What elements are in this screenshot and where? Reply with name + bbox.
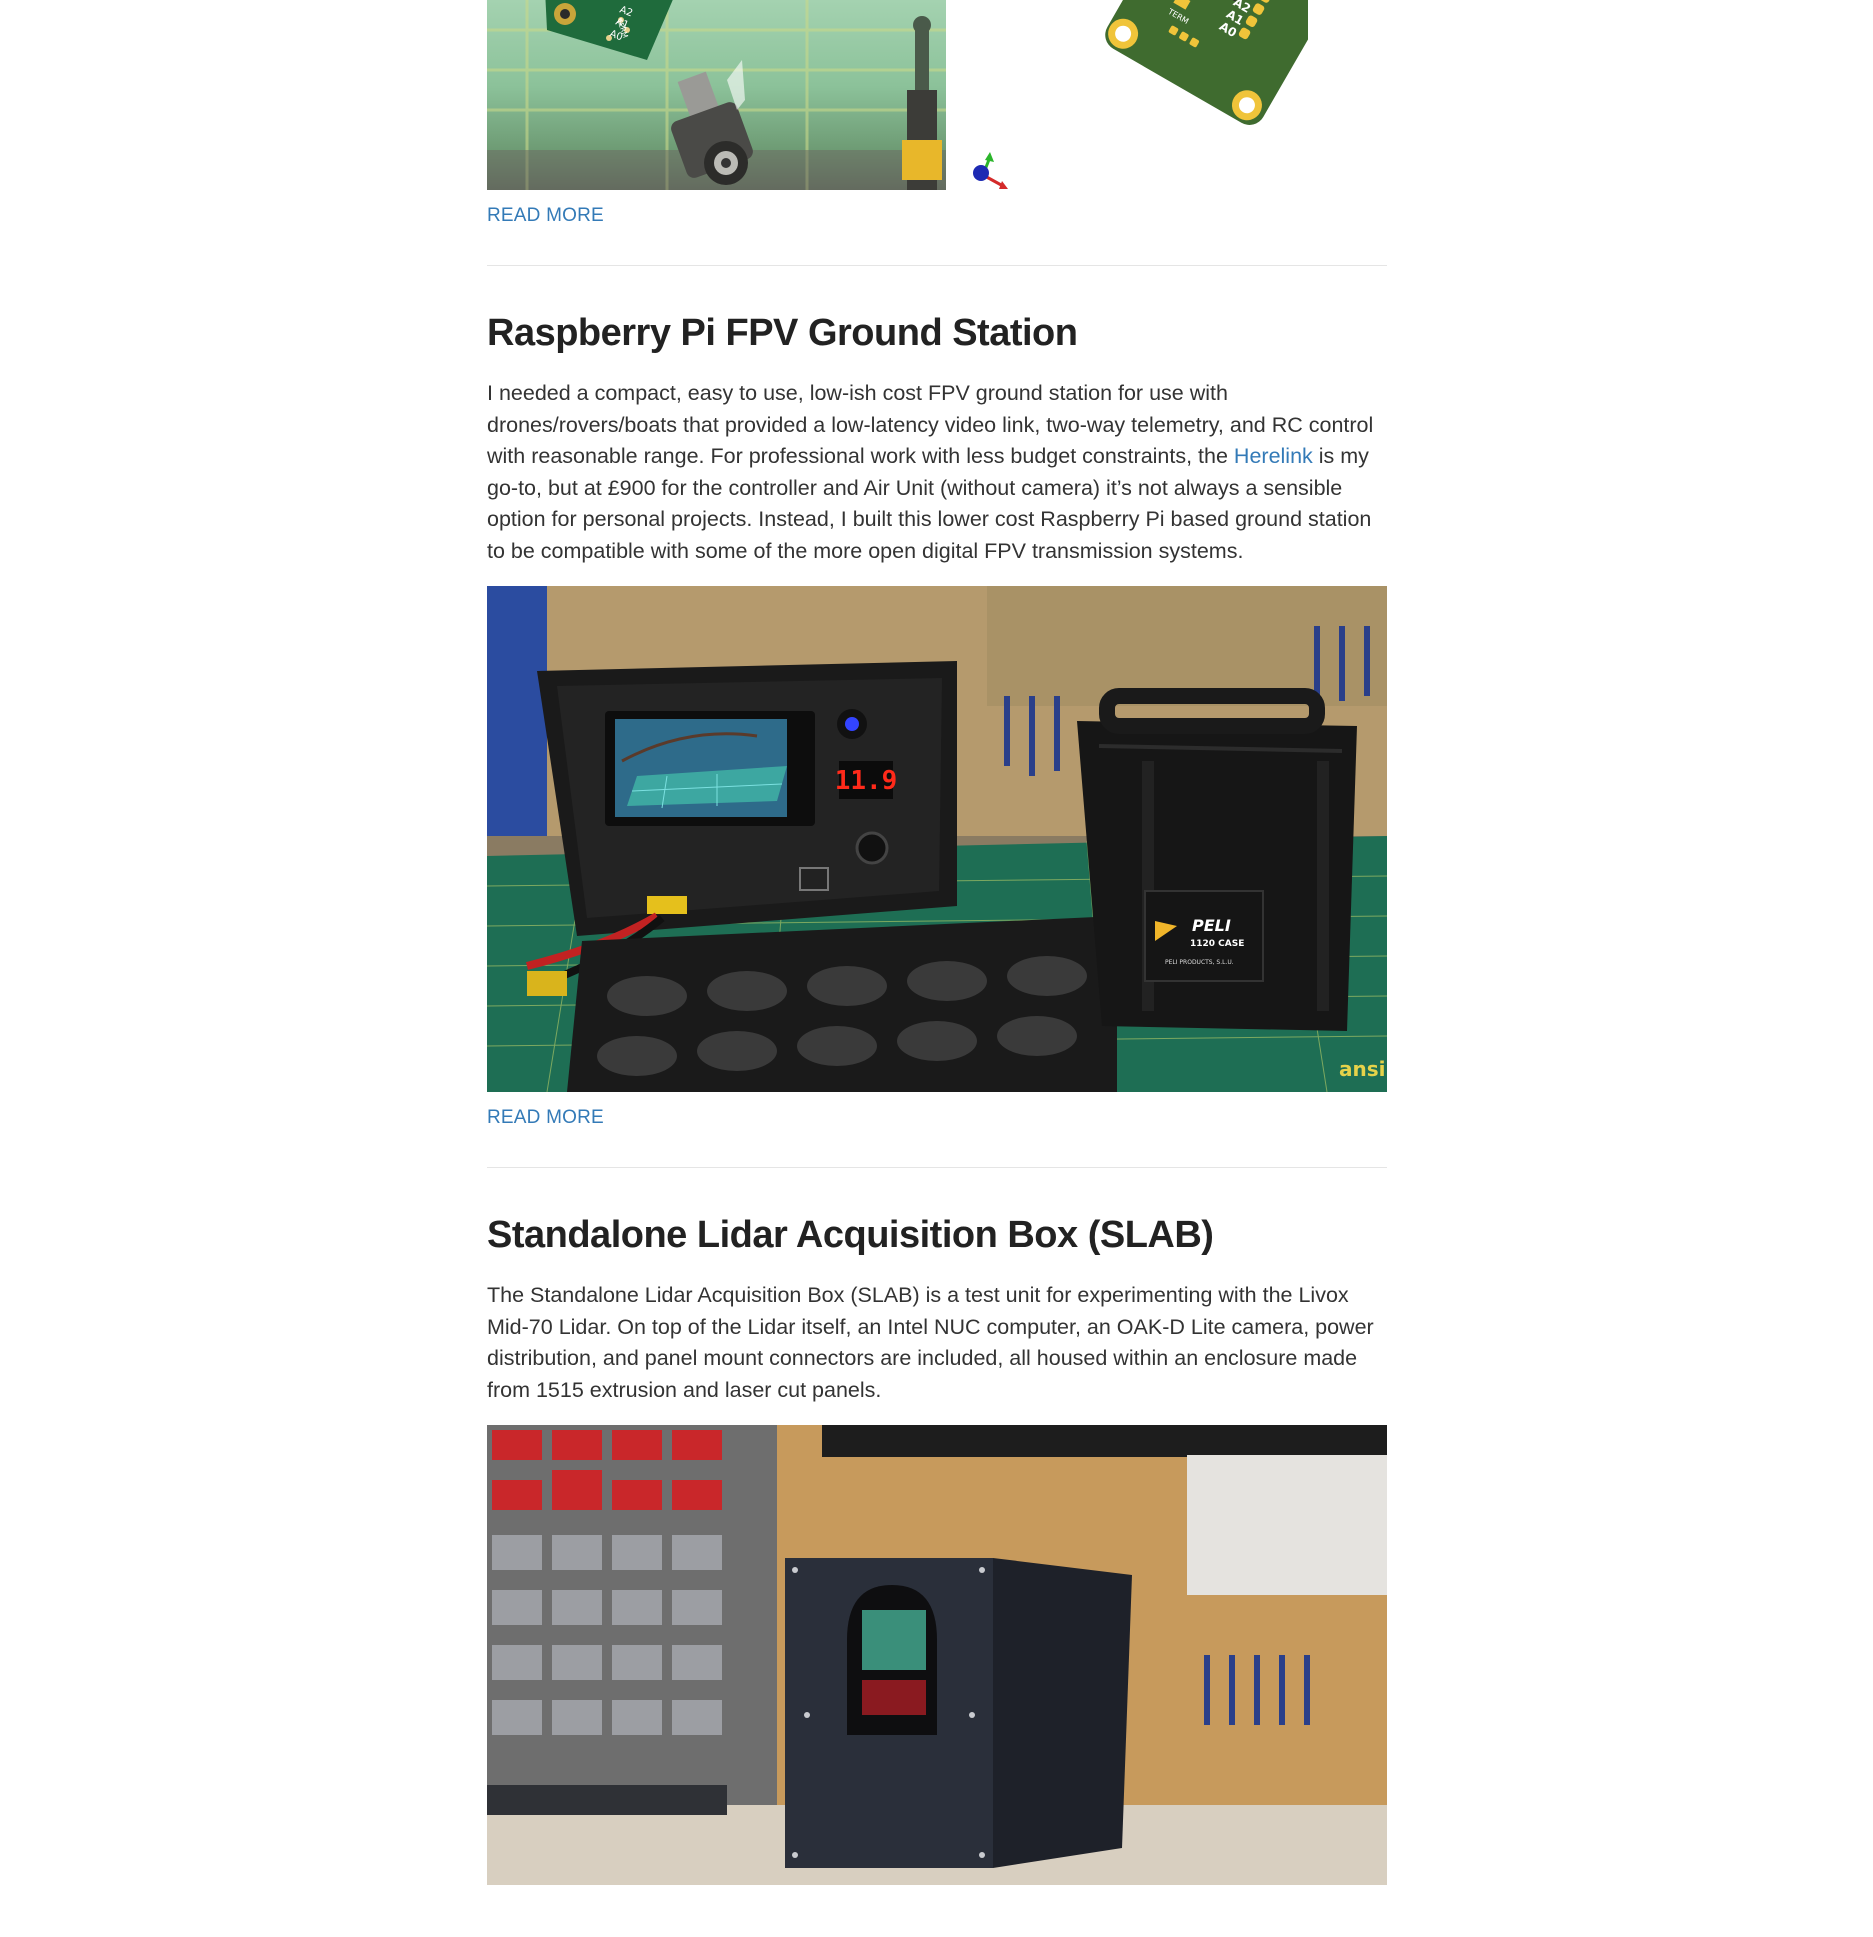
peli-brand-text: PELI	[1192, 916, 1231, 935]
slab-photo[interactable]	[487, 1425, 1387, 1885]
post-excerpt: The Standalone Lidar Acquisition Box (SL…	[487, 1280, 1387, 1406]
peli-maker-text: PELI PRODUCTS, S.L.U.	[1165, 959, 1234, 966]
slab-photo-graphic	[487, 1425, 1387, 1885]
excerpt-text: The Standalone Lidar Acquisition Box (SL…	[487, 1283, 1374, 1402]
peli-model-text: 1120 CASE	[1190, 939, 1244, 949]
post-title[interactable]: Raspberry Pi FPV Ground Station	[487, 310, 1387, 356]
post-title[interactable]: Standalone Lidar Acquisition Box (SLAB)	[487, 1212, 1387, 1258]
pcb-photo-graphic: A2 A1 A0 TERM	[487, 0, 946, 190]
post-divider	[487, 265, 1387, 266]
fpv-ground-station-photo[interactable]: 11.9 PELI 1120 CASE PELI PRODUCTS, S.L.U…	[487, 586, 1387, 1092]
read-more-link[interactable]: READ MORE	[487, 205, 604, 227]
post-image-row: A2 A1 A0 TERM A2 A1 A0 TERM	[487, 0, 1387, 190]
post-slab: Standalone Lidar Acquisition Box (SLAB) …	[487, 1212, 1387, 1885]
post-title-text: Standalone Lidar Acquisition Box (SLAB)	[487, 1214, 1214, 1256]
post-fpv-ground-station: Raspberry Pi FPV Ground Station I needed…	[487, 310, 1387, 1129]
voltage-display-text: 11.9	[835, 766, 898, 796]
fpv-photo-graphic: 11.9 PELI 1120 CASE PELI PRODUCTS, S.L.U…	[487, 586, 1387, 1092]
read-more-link[interactable]: READ MORE	[487, 1107, 604, 1129]
post-divider	[487, 1167, 1387, 1168]
herelink-link[interactable]: Herelink	[1234, 444, 1313, 468]
post-pcb: A2 A1 A0 TERM A2 A1 A0 TERM READ MORE	[487, 0, 1387, 227]
post-title-text: Raspberry Pi FPV Ground Station	[487, 312, 1078, 354]
pcb-photo[interactable]: A2 A1 A0 TERM	[487, 0, 946, 190]
pcb-render-graphic: A4 A3 A2 A1 A0 B7 TERM	[968, 0, 1308, 190]
mat-brand-text: ansi	[1339, 1057, 1386, 1081]
pcb-render[interactable]: A4 A3 A2 A1 A0 B7 TERM	[968, 0, 1308, 190]
post-excerpt: I needed a compact, easy to use, low-ish…	[487, 378, 1387, 567]
blog-post-list: A2 A1 A0 TERM A2 A1 A0 TERM READ MORE Ra…	[487, 0, 1387, 1885]
